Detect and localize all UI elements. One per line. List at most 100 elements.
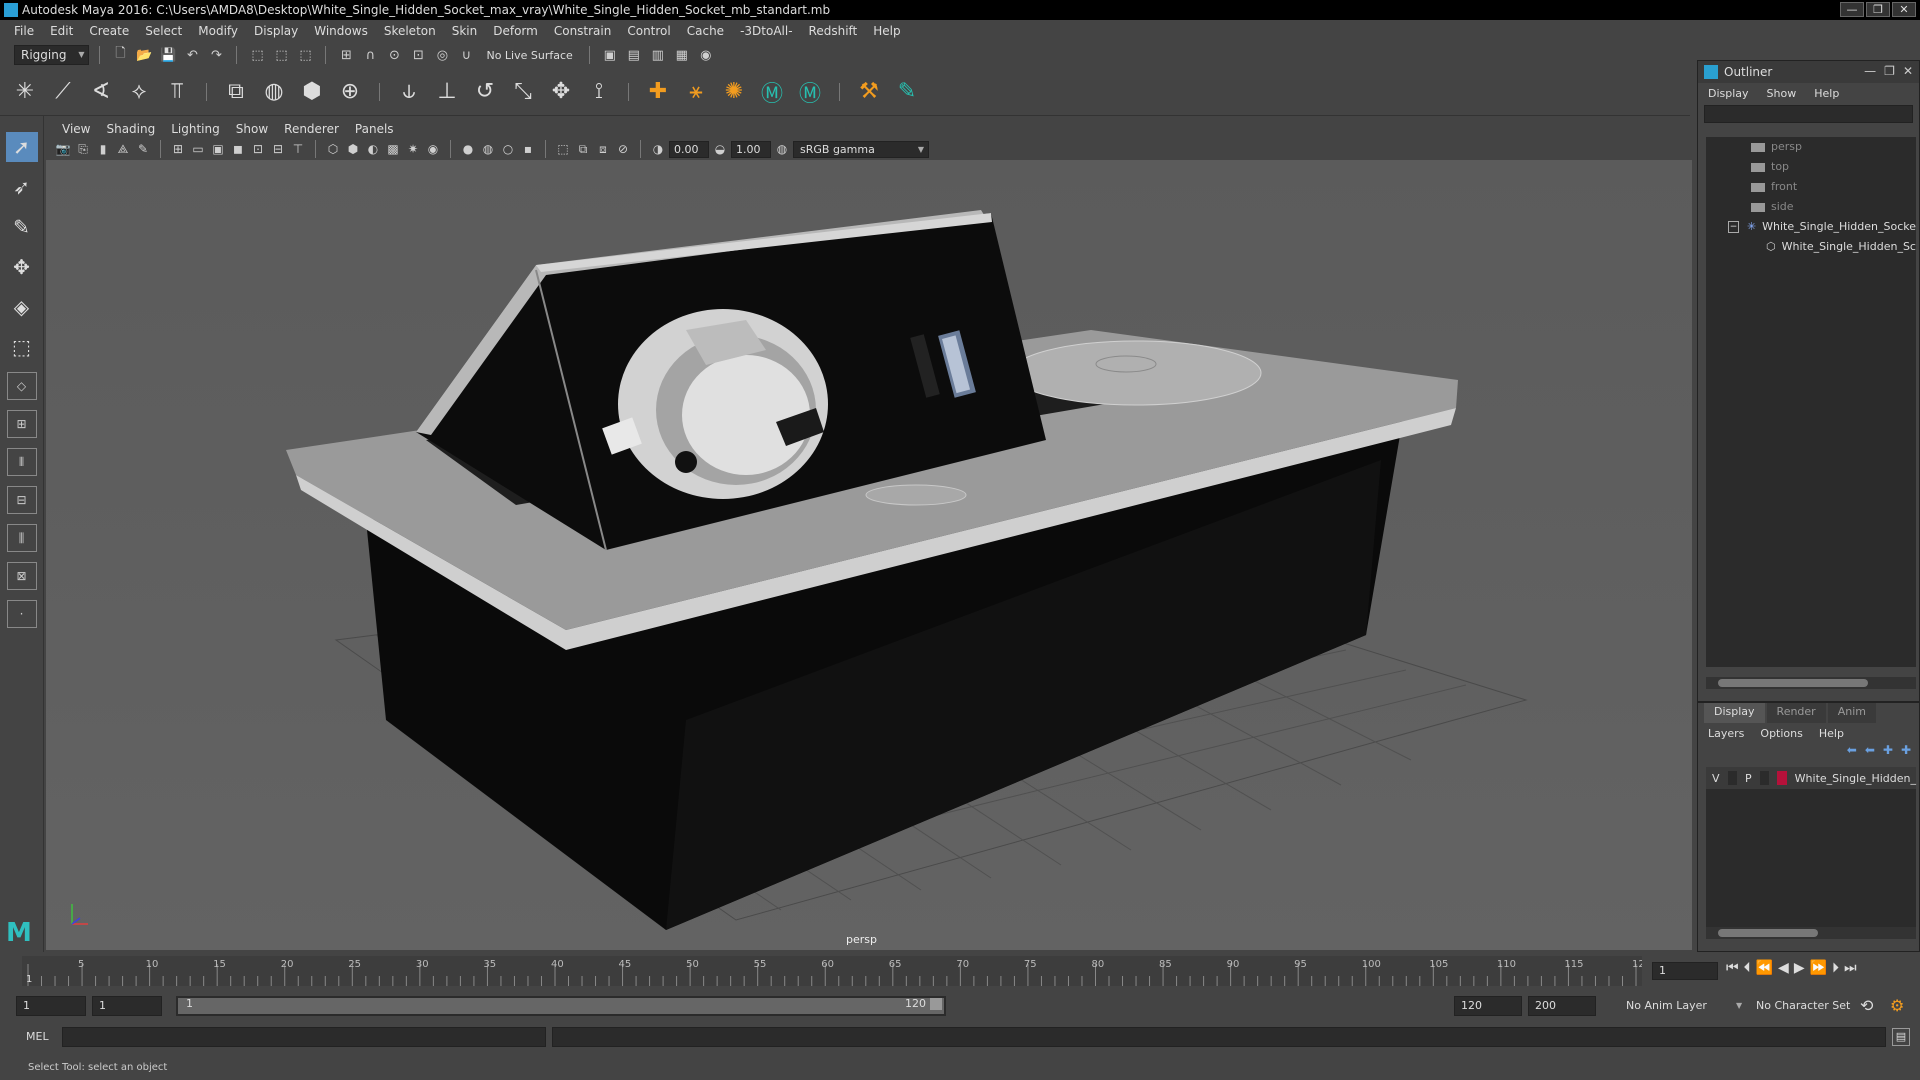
custom-layout-icon[interactable]: ⊠	[6, 562, 37, 590]
snap-curve-icon[interactable]: ∩	[360, 45, 380, 65]
layer-horizontal-scrollbar[interactable]	[1706, 927, 1916, 939]
panel-menu-shading[interactable]: Shading	[98, 122, 163, 136]
layer-menu-options[interactable]: Options	[1760, 727, 1802, 740]
step-back-key-icon[interactable]: ⏪	[1756, 960, 1773, 976]
outliner-close-icon[interactable]: ✕	[1903, 64, 1913, 78]
menu-modify[interactable]: Modify	[190, 24, 246, 38]
redo-icon[interactable]: ↷	[206, 45, 226, 65]
xray-icon[interactable]: ⧉	[574, 140, 592, 158]
step-forward-icon[interactable]: ⏵	[1832, 960, 1839, 976]
panel-menu-panels[interactable]: Panels	[347, 122, 402, 136]
new-layer-selected-icon[interactable]: ✚	[1901, 743, 1911, 765]
control-rig-icon[interactable]: Ⓜ	[795, 77, 825, 107]
lights-icon[interactable]: ✷	[404, 140, 422, 158]
film-gate-icon[interactable]: ▭	[189, 140, 207, 158]
scrollbar-thumb[interactable]	[1718, 679, 1868, 687]
auto-key-icon[interactable]: ⟲	[1860, 996, 1873, 1016]
start-frame-field[interactable]: 1	[16, 996, 86, 1016]
depth-of-field-icon[interactable]: ▪	[519, 140, 537, 158]
joint-tool-icon[interactable]: ✳	[10, 77, 40, 107]
play-forwards-icon[interactable]: ▶	[1794, 960, 1805, 976]
wireless-charger-pad[interactable]	[1010, 340, 1262, 406]
persp-outliner-layout-icon[interactable]: ⫼	[6, 524, 37, 552]
locator-icon[interactable]: ✚	[643, 77, 673, 107]
layer-row[interactable]: V P White_Single_Hidden_	[1706, 767, 1916, 789]
move-tool-icon[interactable]: ✥	[6, 252, 38, 282]
pole-vector-icon[interactable]: ⟟	[584, 77, 614, 107]
anim-layer-dropdown[interactable]: No Anim Layer	[1626, 996, 1707, 1016]
new-scene-icon[interactable]: 🗋	[110, 45, 130, 65]
ik-spline-icon[interactable]: ∢	[86, 77, 116, 107]
playback-start-field[interactable]: 1	[92, 996, 162, 1016]
ambient-occlusion-icon[interactable]: ●	[459, 140, 477, 158]
move-layer-up-icon[interactable]: ⬅	[1847, 743, 1857, 765]
xray-components-icon[interactable]: ⊘	[614, 140, 632, 158]
outliner-item-side[interactable]: side	[1706, 197, 1916, 217]
shadows-icon[interactable]: ◉	[424, 140, 442, 158]
new-layer-icon[interactable]: ✚	[1883, 743, 1893, 765]
image-plane-icon[interactable]: ⟁	[114, 140, 132, 158]
xray-joints-icon[interactable]: ⧈	[594, 140, 612, 158]
step-back-icon[interactable]: ⏴	[1744, 960, 1751, 976]
layer-playback-toggle[interactable]: P	[1745, 772, 1752, 785]
bind-skin-icon[interactable]: ⧉	[221, 77, 251, 107]
single-pane-layout-icon[interactable]: ◇	[6, 372, 37, 400]
menu-edit[interactable]: Edit	[42, 24, 81, 38]
go-to-end-icon[interactable]: ⏭	[1844, 960, 1857, 976]
range-slider-bar[interactable]: 1 120	[176, 996, 946, 1016]
script-language-toggle[interactable]: MEL	[26, 1030, 49, 1043]
lattice-icon[interactable]: ⬢	[297, 77, 327, 107]
two-pane-layout-icon[interactable]: ⫴	[6, 448, 37, 476]
motion-blur-icon[interactable]: ◍	[479, 140, 497, 158]
release-button[interactable]	[865, 484, 967, 506]
gamma-icon[interactable]: ◒	[711, 140, 729, 158]
exposure-field[interactable]: 0.00	[669, 140, 709, 158]
safe-title-icon[interactable]: ⊤	[289, 140, 307, 158]
magnet-icon[interactable]: ∪	[456, 45, 476, 65]
maximize-button[interactable]: ❐	[1866, 2, 1890, 17]
lasso-tool-icon[interactable]: ➶	[6, 172, 38, 202]
panel-menu-show[interactable]: Show	[228, 122, 276, 136]
field-chart-icon[interactable]: ⊡	[249, 140, 267, 158]
save-scene-icon[interactable]: 💾	[158, 45, 178, 65]
open-scene-icon[interactable]: 📂	[134, 45, 154, 65]
camera-icon[interactable]: 📷	[54, 140, 72, 158]
range-end-handle[interactable]	[930, 998, 942, 1010]
time-slider-track[interactable]: 5 10 15 20 25 30 35 40 45 50 55 60 65 70 75 80 85 90 95 100…	[22, 956, 1642, 986]
hik-character-icon[interactable]: ⚹	[681, 77, 711, 107]
panel-menu-renderer[interactable]: Renderer	[276, 122, 347, 136]
minimize-button[interactable]: —	[1840, 2, 1864, 17]
layer-visibility-toggle[interactable]: V	[1712, 772, 1720, 785]
select-object-icon[interactable]: ⬚	[271, 45, 291, 65]
layer-color-swatch[interactable]	[1777, 771, 1787, 785]
tab-render[interactable]: Render	[1766, 703, 1826, 723]
character-set-dropdown[interactable]: No Character Set	[1756, 996, 1850, 1016]
parent-constraint-icon[interactable]: ⫝	[394, 77, 424, 107]
grid-icon[interactable]: ⊞	[169, 140, 187, 158]
menu-cache[interactable]: Cache	[679, 24, 732, 38]
skeleton-definition-icon[interactable]: ✺	[719, 77, 749, 107]
outliner-horizontal-scrollbar[interactable]	[1706, 677, 1916, 689]
panel-menu-view[interactable]: View	[54, 122, 98, 136]
quick-rig-icon[interactable]: ⚒	[854, 77, 884, 107]
outliner-item-front[interactable]: front	[1706, 177, 1916, 197]
snap-live-icon[interactable]: ◎	[432, 45, 452, 65]
layer-menu-help[interactable]: Help	[1819, 727, 1844, 740]
select-component-icon[interactable]: ⬚	[295, 45, 315, 65]
panel-menu-lighting[interactable]: Lighting	[163, 122, 228, 136]
tab-anim[interactable]: Anim	[1827, 703, 1876, 723]
range-handle[interactable]	[178, 998, 944, 1014]
resolution-gate-icon[interactable]: ▣	[209, 140, 227, 158]
safe-action-icon[interactable]: ⊟	[269, 140, 287, 158]
move-layer-down-icon[interactable]: ⬅	[1865, 743, 1875, 765]
persp-graph-layout-icon[interactable]: ⊟	[6, 486, 37, 514]
collapse-toolbox-icon[interactable]: ·	[6, 600, 37, 628]
ik-handle-icon[interactable]: ⟋	[48, 77, 78, 107]
scale-constraint-icon[interactable]: ⤡	[508, 77, 538, 107]
outliner-menu-show[interactable]: Show	[1767, 87, 1797, 100]
scrollbar-thumb[interactable]	[1718, 929, 1818, 937]
play-backwards-icon[interactable]: ◀	[1778, 960, 1789, 976]
outliner-item-group[interactable]: − ✳ White_Single_Hidden_Socke	[1706, 217, 1916, 237]
outliner-menu-help[interactable]: Help	[1814, 87, 1839, 100]
menu-deform[interactable]: Deform	[485, 24, 546, 38]
